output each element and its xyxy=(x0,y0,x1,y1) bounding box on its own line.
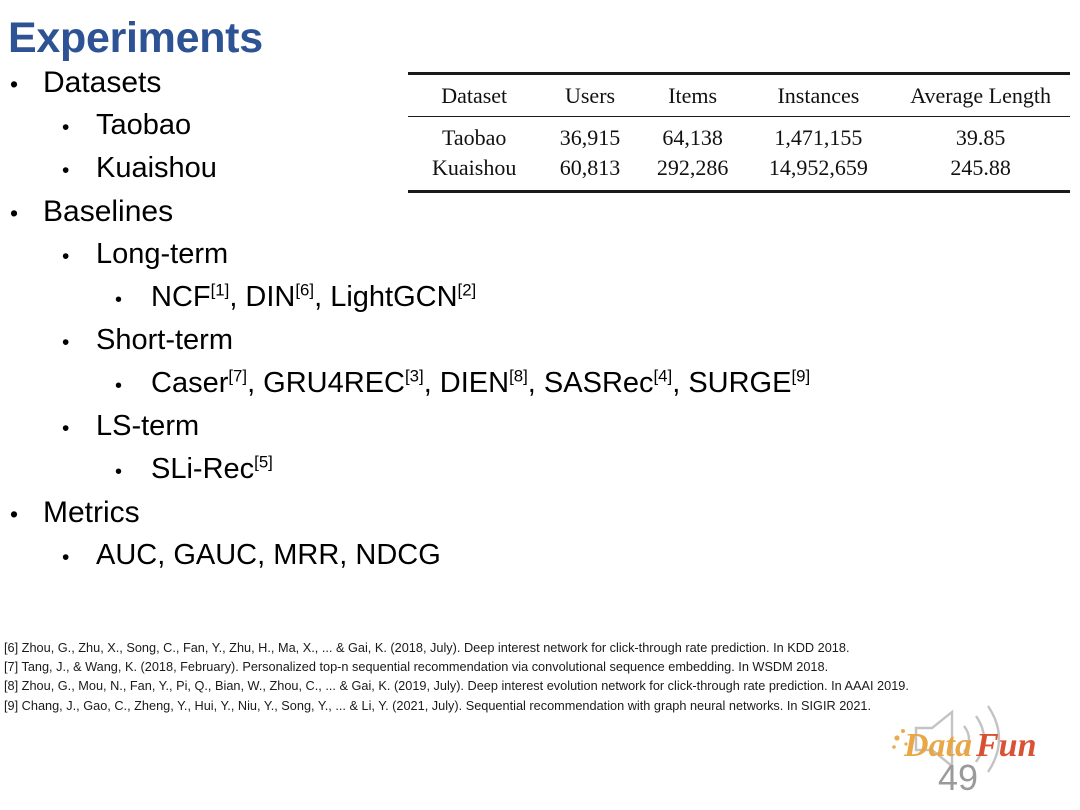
reference-item: [8] Zhou, G., Mou, N., Fan, Y., Pi, Q., … xyxy=(4,678,909,694)
column-header-average-length: Average Length xyxy=(910,83,1051,108)
bullet-text-run: Caser xyxy=(151,367,229,399)
citation-superscript: [3] xyxy=(404,366,424,386)
bullet-item-level2: • Long-term xyxy=(0,238,620,281)
reference-item: [6] Zhou, G., Zhu, X., Song, C., Fan, Y.… xyxy=(4,640,850,655)
bullet-label: Metrics xyxy=(43,496,140,529)
bullet-text-run: , SURGE xyxy=(672,367,792,399)
page-title: Experiments xyxy=(8,14,263,62)
column-header-dataset: Dataset xyxy=(441,83,508,108)
citation-superscript: [7] xyxy=(228,366,248,386)
stat-table: Dataset Users Items Instances Average Le… xyxy=(408,72,1070,193)
bullet-item-level1: • Metrics xyxy=(0,496,620,539)
cell-average-length: 39.85 xyxy=(955,125,1006,150)
bullet-marker-icon: • xyxy=(115,461,123,483)
cell-dataset: Taobao xyxy=(441,125,507,150)
bullet-marker-icon: • xyxy=(115,375,123,397)
citation-superscript: [1] xyxy=(210,280,230,300)
bullet-text-run: , DIEN xyxy=(423,367,510,399)
bullet-marker-icon: • xyxy=(62,417,70,440)
table-header: Dataset Users Items Instances Average Le… xyxy=(408,73,1070,117)
citation-superscript: [5] xyxy=(254,452,273,472)
bullet-label: Kuaishou xyxy=(96,152,217,184)
bullet-text-run: , LightGCN xyxy=(314,281,458,313)
citation-superscript: [9] xyxy=(791,366,811,386)
bullet-marker-icon: • xyxy=(62,331,70,354)
table-row: Kuaishou 60,813 292,286 14,952,659 245.8… xyxy=(408,153,1070,192)
cell-items: 64,138 xyxy=(662,125,723,150)
bullet-label: NCF[1], DIN[6], LightGCN[2] xyxy=(151,281,476,314)
bullet-label: Caser[7], GRU4REC[3], DIEN[8], SASRec[4]… xyxy=(151,367,810,400)
bullet-item-level2: • LS-term xyxy=(0,410,620,453)
citation-superscript: [6] xyxy=(295,280,315,300)
cell-dataset: Kuaishou xyxy=(432,155,517,180)
citation-superscript: [2] xyxy=(457,280,477,300)
cell-instances: 1,471,155 xyxy=(774,125,863,150)
column-header-users: Users xyxy=(564,83,616,108)
column-header-instances: Instances xyxy=(777,83,860,108)
page-number: 49 xyxy=(938,757,979,798)
bullet-label: Taobao xyxy=(96,109,192,141)
bullet-text-run: NCF xyxy=(151,281,211,313)
bullet-marker-icon: • xyxy=(62,245,70,268)
bullet-item-level1: • Baselines xyxy=(0,195,620,238)
table-row: Taobao 36,915 64,138 1,471,155 39.85 xyxy=(408,117,1070,154)
bullet-label: AUC, GAUC, MRR, NDCG xyxy=(96,539,441,571)
bullet-text-run: , GRU4REC xyxy=(247,367,405,399)
citation-superscript: [8] xyxy=(509,366,528,386)
bullet-item-level2: • Short-term xyxy=(0,324,620,367)
bullet-marker-icon: • xyxy=(62,159,70,182)
reference-item: [9] Chang, J., Gao, C., Zheng, Y., Hui, … xyxy=(4,697,872,713)
table-body: Taobao 36,915 64,138 1,471,155 39.85 Kua… xyxy=(408,117,1070,192)
bullet-marker-icon: • xyxy=(62,116,70,139)
bullet-marker-icon: • xyxy=(10,71,19,97)
bullet-label: Baselines xyxy=(43,195,174,228)
bullet-marker-icon: • xyxy=(115,289,123,311)
table-header-row: Dataset Users Items Instances Average Le… xyxy=(408,73,1070,117)
bullet-label: LS-term xyxy=(96,410,200,442)
bullet-item-level3: • SLi-Rec[5] xyxy=(0,453,620,496)
bullet-item-level3: • Caser[7], GRU4REC[3], DIEN[8], SASRec[4… xyxy=(0,367,810,410)
cell-users: 60,813 xyxy=(559,155,621,180)
bullet-marker-icon: • xyxy=(10,501,19,527)
bullet-marker-icon: • xyxy=(62,546,70,569)
watermark-fun-text: Fun xyxy=(975,727,1037,764)
cell-users: 36,915 xyxy=(559,125,621,150)
bullet-label: Long-term xyxy=(96,238,229,270)
bullet-text-run: , DIN xyxy=(229,281,296,313)
bullet-item-level3: • NCF[1], DIN[6], LightGCN[2] xyxy=(0,281,620,324)
cell-items: 292,286 xyxy=(656,155,729,180)
dataset-statistics-table: Dataset Users Items Instances Average Le… xyxy=(408,72,1070,193)
reference-list: [6] Zhou, G., Zhu, X., Song, C., Fan, Y.… xyxy=(4,638,1029,715)
bullet-label: Datasets xyxy=(43,66,162,99)
citation-superscript: [4] xyxy=(653,366,673,386)
bullet-text-run: SLi-Rec xyxy=(151,453,255,485)
bullet-marker-icon: • xyxy=(10,200,19,226)
bullet-item-level2: • AUC, GAUC, MRR, NDCG xyxy=(0,539,620,582)
reference-item: [7] Tang, J., & Wang, K. (2018, February… xyxy=(4,659,829,675)
bullet-label: SLi-Rec[5] xyxy=(151,453,273,486)
bullet-label: Short-term xyxy=(96,324,233,356)
bullet-text-run: , SASRec xyxy=(527,367,654,399)
cell-average-length: 245.88 xyxy=(950,155,1011,180)
cell-instances: 14,952,659 xyxy=(768,155,868,180)
column-header-items: Items xyxy=(668,83,718,108)
